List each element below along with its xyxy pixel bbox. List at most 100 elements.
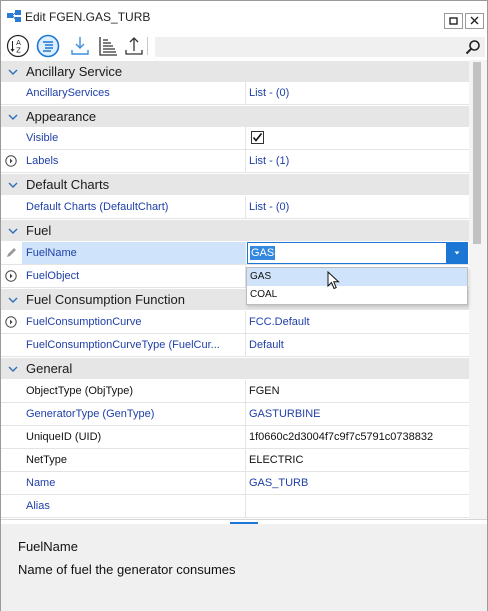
section-default-charts[interactable]: Default Charts <box>1 173 469 195</box>
search-input[interactable] <box>155 37 485 57</box>
description-title: FuelName <box>18 539 78 554</box>
section-general[interactable]: General <box>1 357 469 379</box>
property-name: Default Charts (DefaultChart) <box>26 201 169 213</box>
row-gutter <box>1 403 22 425</box>
property-value: 1f0660c2d3004f7c9f7c5791c0738832 <box>245 426 469 448</box>
property-name: GeneratorType (GenType) <box>26 408 155 420</box>
dropdown-option[interactable]: GAS <box>247 268 467 286</box>
dropdown-option[interactable]: COAL <box>247 286 467 304</box>
fuel-name-combobox[interactable]: GAS <box>247 242 468 264</box>
property-row-ancillary-services[interactable]: AncillaryServices List - (0) <box>1 82 469 105</box>
fuel-name-dropdown-list: GAS COAL <box>246 267 468 305</box>
property-name: Name <box>26 477 56 489</box>
section-label: Ancillary Service <box>26 64 123 79</box>
property-value: GAS <box>245 242 469 264</box>
property-value[interactable]: Default <box>245 334 469 356</box>
scrollbar-thumb[interactable] <box>473 62 481 244</box>
maximize-button[interactable] <box>444 13 463 29</box>
property-name: FuelName <box>22 242 245 264</box>
chevron-down-icon <box>8 114 18 120</box>
property-value: ELECTRIC <box>245 449 469 471</box>
expand-all-icon[interactable] <box>68 34 92 58</box>
window-title: Edit FGEN.GAS_TURB <box>25 10 151 24</box>
property-value[interactable]: List - (1) <box>245 150 469 172</box>
property-name: Visible <box>26 132 59 144</box>
property-row-net-type[interactable]: NetType ELECTRIC <box>1 449 469 472</box>
property-value[interactable] <box>245 495 469 517</box>
property-row-alias[interactable]: Alias <box>1 495 469 518</box>
row-gutter <box>1 495 22 517</box>
dropdown-button[interactable] <box>446 242 468 264</box>
property-value[interactable]: GASTURBINE <box>245 403 469 425</box>
maximize-icon <box>449 17 458 25</box>
app-icon <box>7 10 21 22</box>
pencil-icon <box>7 248 16 257</box>
property-value: FGEN <box>245 380 469 402</box>
row-gutter <box>1 334 22 356</box>
row-gutter <box>1 127 22 149</box>
row-gutter <box>1 242 22 264</box>
property-value[interactable]: List - (0) <box>245 196 469 218</box>
property-row-fuel-name[interactable]: FuelName GAS <box>1 242 469 265</box>
property-name: Alias <box>26 500 50 512</box>
property-row-object-type[interactable]: ObjectType (ObjType) FGEN <box>1 380 469 403</box>
section-ancillary-service[interactable]: Ancillary Service <box>1 60 469 82</box>
property-value[interactable]: List - (0) <box>245 82 469 104</box>
property-value[interactable]: FCC.Default <box>245 311 469 333</box>
checkmark-icon <box>252 133 263 142</box>
close-icon <box>470 16 479 25</box>
expand-row-icon[interactable] <box>5 316 17 328</box>
search-icon[interactable] <box>465 39 481 55</box>
close-button[interactable] <box>465 13 484 29</box>
property-row-generator-type[interactable]: GeneratorType (GenType) GASTURBINE <box>1 403 469 426</box>
collapse-all-icon[interactable] <box>96 34 120 58</box>
row-gutter <box>1 265 22 287</box>
property-name: FuelObject <box>26 270 80 282</box>
section-appearance[interactable]: Appearance <box>1 105 469 127</box>
property-row-fuel-consumption-curve-type[interactable]: FuelConsumptionCurveType (FuelCur... Def… <box>1 334 469 357</box>
section-fuel[interactable]: Fuel <box>1 219 469 241</box>
mouse-cursor-icon <box>327 271 340 290</box>
sort-alphabetical-icon[interactable]: A Z <box>6 34 30 58</box>
property-row-default-charts[interactable]: Default Charts (DefaultChart) List - (0) <box>1 196 469 219</box>
property-name: Labels <box>26 155 59 167</box>
section-label: General <box>26 361 73 376</box>
section-label: Appearance <box>26 109 97 124</box>
visible-checkbox[interactable] <box>251 131 264 144</box>
property-row-unique-id[interactable]: UniqueID (UID) 1f0660c2d3004f7c9f7c5791c… <box>1 426 469 449</box>
property-name: FuelConsumptionCurveType (FuelCur... <box>26 339 220 351</box>
row-gutter <box>1 150 22 172</box>
row-gutter <box>1 380 22 402</box>
property-row-labels[interactable]: Labels List - (1) <box>1 150 469 173</box>
vertical-scrollbar[interactable] <box>469 60 487 519</box>
property-name: FuelConsumptionCurve <box>26 316 142 328</box>
description-panel: FuelName Name of fuel the generator cons… <box>1 524 487 611</box>
row-gutter <box>1 82 22 104</box>
property-row-name[interactable]: Name GAS_TURB <box>1 472 469 495</box>
property-name: ObjectType (ObjType) <box>26 385 133 397</box>
title-bar: Edit FGEN.GAS_TURB <box>1 1 487 31</box>
expand-row-icon[interactable] <box>5 270 17 282</box>
caret-down-icon <box>454 251 460 255</box>
row-gutter <box>1 449 22 471</box>
property-row-fuel-consumption-curve[interactable]: FuelConsumptionCurve FCC.Default <box>1 311 469 334</box>
fuel-name-selected-text[interactable]: GAS <box>250 246 276 260</box>
export-icon[interactable] <box>122 34 146 58</box>
description-text: Name of fuel the generator consumes <box>18 562 236 577</box>
property-value[interactable]: GAS_TURB <box>245 472 469 494</box>
property-name: AncillaryServices <box>26 87 110 99</box>
chevron-down-icon <box>8 69 18 75</box>
toolbar-separator <box>147 37 148 55</box>
property-name: UniqueID (UID) <box>26 431 102 443</box>
svg-text:Z: Z <box>16 47 21 55</box>
property-row-visible[interactable]: Visible <box>1 127 469 150</box>
property-value <box>245 127 469 149</box>
toolbar: A Z <box>1 32 487 60</box>
sort-categorized-icon[interactable] <box>36 34 60 58</box>
edit-dialog-window: Edit FGEN.GAS_TURB A Z Ancillary Service… <box>0 0 488 611</box>
expand-row-icon[interactable] <box>5 155 17 167</box>
chevron-down-icon <box>8 366 18 372</box>
row-gutter <box>1 311 22 333</box>
row-gutter <box>1 472 22 494</box>
section-label: Fuel <box>26 223 52 238</box>
